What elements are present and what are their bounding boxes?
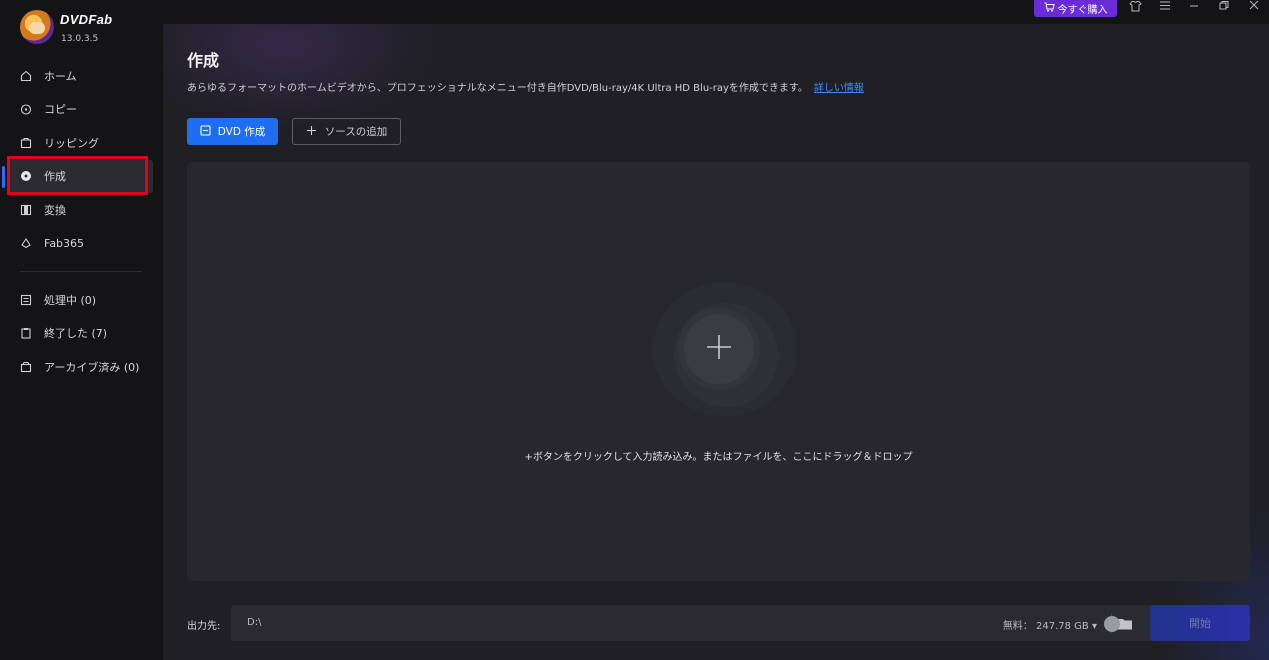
chevron-down-icon: ▾ bbox=[1091, 621, 1097, 632]
disc-mode-icon bbox=[200, 124, 211, 139]
sidebar-item-ripper[interactable]: リッピング bbox=[0, 126, 163, 160]
iso-icon[interactable] bbox=[1104, 616, 1120, 632]
free-space-dropdown[interactable]: 無料： 247.78 GB ▾ bbox=[1003, 617, 1097, 632]
finished-icon bbox=[20, 327, 32, 339]
sidebar-item-archived[interactable]: アーカイブ済み (0) bbox=[0, 350, 163, 384]
buy-now-label: 今すぐ購入 bbox=[1057, 5, 1108, 16]
sidebar-item-label: コピー bbox=[44, 103, 77, 117]
start-button[interactable]: 開始 bbox=[1150, 605, 1250, 641]
minimize-icon[interactable] bbox=[1184, 0, 1204, 14]
drop-zone[interactable]: +ボタンをクリックして入力読み込み。またはファイルを、ここにドラッグ＆ドロップ bbox=[187, 162, 1250, 581]
ripper-icon bbox=[20, 137, 32, 149]
menu-icon[interactable] bbox=[1155, 0, 1175, 14]
main-panel: 作成 あらゆるフォーマットのホームビデオから、プロフェッショナルなメニュー付き自… bbox=[164, 24, 1269, 660]
converter-icon bbox=[20, 204, 32, 216]
main-nav: ホーム コピー リッピング 作成 変換 Fab365 bbox=[0, 59, 163, 260]
output-path: D:\ bbox=[247, 617, 262, 628]
archive-icon bbox=[20, 361, 32, 373]
plus-icon bbox=[306, 125, 317, 139]
sidebar-item-label: アーカイブ済み (0) bbox=[44, 360, 140, 374]
sidebar-item-copy[interactable]: コピー bbox=[0, 93, 163, 127]
home-icon bbox=[20, 70, 32, 82]
sidebar-item-home[interactable]: ホーム bbox=[0, 59, 163, 93]
restore-icon[interactable] bbox=[1214, 0, 1234, 14]
fab365-icon bbox=[20, 237, 32, 249]
sidebar-item-label: 作成 bbox=[44, 170, 66, 184]
task-queue-nav: 処理中 (0) 終了した (7) アーカイブ済み (0) bbox=[0, 283, 163, 384]
sidebar-item-label: リッピング bbox=[44, 136, 99, 150]
sidebar-item-fab365[interactable]: Fab365 bbox=[0, 227, 163, 261]
add-source-label: ソースの追加 bbox=[324, 126, 388, 138]
skin-icon[interactable] bbox=[1125, 0, 1145, 14]
sidebar-item-converter[interactable]: 変換 bbox=[0, 193, 163, 227]
more-info-link[interactable]: 詳しい情報 bbox=[814, 83, 864, 94]
sidebar-item-label: 終了した (7) bbox=[44, 327, 108, 341]
add-file-button[interactable] bbox=[684, 314, 754, 384]
dvdfab-logo bbox=[20, 10, 54, 44]
dvd-create-label: DVD 作成 bbox=[217, 126, 266, 138]
app-version: 13.0.3.5 bbox=[61, 34, 99, 44]
creator-icon bbox=[20, 170, 32, 182]
sidebar-item-label: ホーム bbox=[44, 69, 77, 83]
output-label: 出力先: bbox=[187, 621, 221, 632]
drop-hint: +ボタンをクリックして入力読み込み。またはファイルを、ここにドラッグ＆ドロップ bbox=[524, 452, 913, 463]
sidebar: DVDFab 13.0.3.5 ホーム コピー リッピング 作成 変換 Fab3… bbox=[0, 0, 164, 660]
page-title: 作成 bbox=[187, 51, 220, 70]
sidebar-item-label: 処理中 (0) bbox=[44, 293, 97, 307]
add-source-button[interactable]: ソースの追加 bbox=[292, 118, 401, 145]
sidebar-item-label: Fab365 bbox=[44, 236, 85, 250]
description-text: あらゆるフォーマットのホームビデオから、プロフェッショナルなメニュー付き自作DV… bbox=[187, 83, 808, 94]
sidebar-item-processing[interactable]: 処理中 (0) bbox=[0, 283, 163, 317]
sidebar-item-label: 変換 bbox=[44, 203, 66, 217]
sidebar-divider bbox=[20, 271, 142, 272]
close-icon[interactable] bbox=[1244, 0, 1264, 14]
output-path-field[interactable]: D:\ 無料： 247.78 GB ▾ bbox=[231, 605, 1157, 641]
title-bar: 今すぐ購入 bbox=[163, 0, 1269, 24]
free-space-text: 無料： 247.78 GB bbox=[1002, 621, 1089, 632]
sidebar-item-creator[interactable]: 作成 bbox=[2, 159, 153, 193]
dvd-create-button[interactable]: DVD 作成 bbox=[187, 118, 278, 145]
sidebar-item-finished[interactable]: 終了した (7) bbox=[0, 317, 163, 351]
copy-icon bbox=[20, 103, 32, 115]
large-plus-icon bbox=[706, 334, 732, 364]
cart-icon bbox=[1044, 2, 1055, 15]
buy-now-button[interactable]: 今すぐ購入 bbox=[1034, 0, 1117, 17]
app-name: DVDFab bbox=[60, 12, 113, 27]
page-description: あらゆるフォーマットのホームビデオから、プロフェッショナルなメニュー付き自作DV… bbox=[187, 79, 864, 94]
processing-icon bbox=[20, 294, 32, 306]
